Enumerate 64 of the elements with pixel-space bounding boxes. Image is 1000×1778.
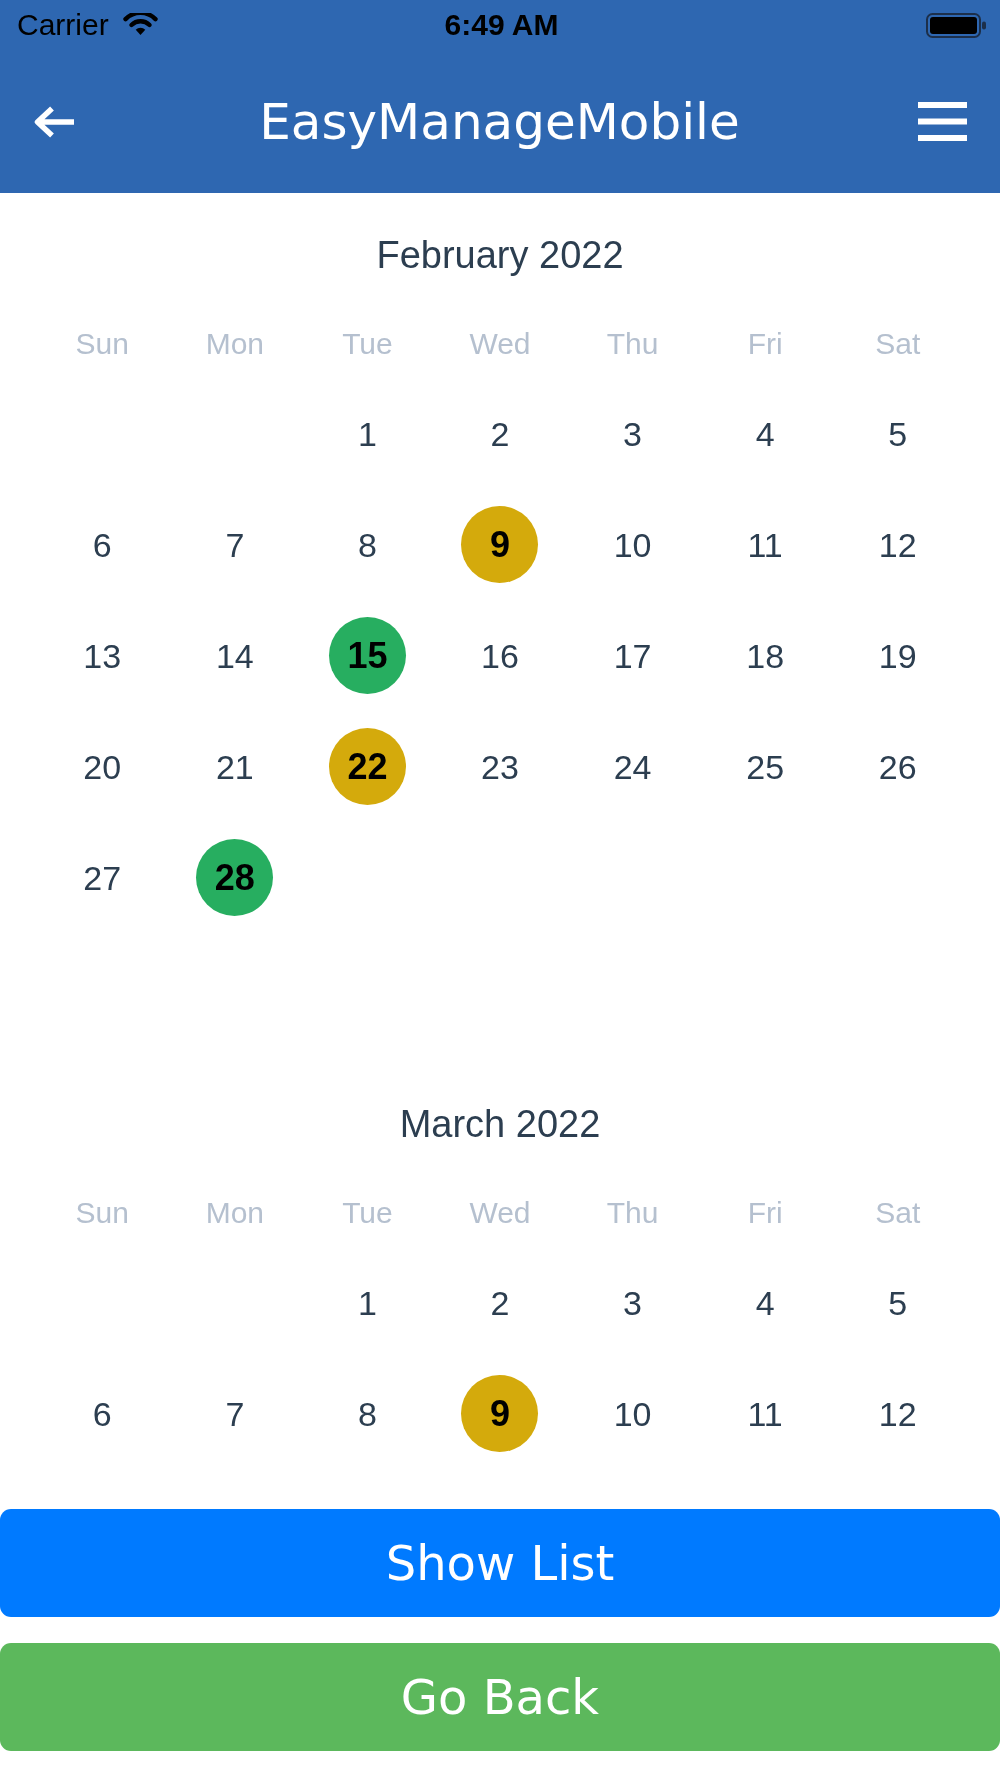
calendar-day[interactable]: 9 (461, 1375, 539, 1452)
calendar-day[interactable]: 26 (878, 746, 917, 787)
weekday-label: Sat (875, 1195, 921, 1231)
battery-icon (926, 12, 986, 38)
weekday-label: Mon (205, 326, 265, 362)
calendar-day[interactable]: 23 (481, 746, 519, 787)
weekday-label: Fri (747, 1195, 783, 1231)
calendar-day[interactable]: 2 (490, 1282, 510, 1323)
calendar-day[interactable]: 20 (83, 746, 122, 787)
weekday-label: Sun (75, 326, 129, 362)
carrier-name: Carrier (17, 10, 109, 40)
weekday-label: Thu (606, 1195, 659, 1231)
calendar-day[interactable]: 21 (215, 746, 254, 787)
calendar-day[interactable]: 3 (623, 413, 642, 454)
weekday-label: Sun (75, 1195, 129, 1231)
calendar-day[interactable]: 16 (481, 635, 519, 676)
calendar-day[interactable]: 27 (83, 857, 122, 898)
weekday-label: Thu (606, 326, 659, 362)
calendar-day[interactable]: 7 (225, 524, 245, 565)
calendar-day[interactable]: 28 (196, 839, 274, 916)
calendar-day[interactable]: 1 (357, 1282, 377, 1323)
show-list-button[interactable]: Show List (0, 1509, 1000, 1617)
calendar-day[interactable]: 25 (746, 746, 785, 787)
calendar-day[interactable]: 10 (613, 1393, 652, 1434)
weekday-label: Fri (747, 326, 783, 362)
calendar-day[interactable]: 12 (878, 524, 917, 565)
calendar-day[interactable]: 5 (888, 413, 908, 454)
calendar-day[interactable]: 17 (613, 635, 652, 676)
calendar-day[interactable]: 4 (755, 1282, 775, 1323)
calendar-day[interactable]: 5 (888, 1282, 908, 1323)
weekday-label: Tue (342, 1195, 393, 1231)
status-time: 6:49 AM (444, 10, 559, 40)
calendar-day[interactable]: 14 (215, 635, 254, 676)
calendar-day[interactable]: 6 (92, 1393, 112, 1434)
weekday-label: Sat (875, 326, 921, 362)
calendar-day[interactable]: 6 (92, 524, 112, 565)
calendar-day[interactable]: 12 (878, 1393, 917, 1434)
calendar-day[interactable]: 4 (755, 413, 775, 454)
wifi-icon (122, 13, 158, 37)
calendar-day[interactable]: 22 (328, 728, 406, 805)
calendar-day[interactable]: 10 (613, 524, 652, 565)
calendar-day[interactable]: 8 (357, 1393, 377, 1434)
weekday-label: Mon (205, 1195, 265, 1231)
app-title: EasyManageMobile (259, 91, 740, 152)
calendar-day[interactable]: 15 (328, 617, 406, 694)
calendar-day[interactable]: 8 (357, 524, 377, 565)
back-arrow-icon[interactable] (32, 104, 76, 139)
weekday-label: Wed (469, 1195, 531, 1231)
month-title: March 2022 (399, 1102, 601, 1147)
calendar-day[interactable]: 3 (623, 1282, 642, 1323)
calendar-day[interactable]: 18 (746, 635, 785, 676)
calendar-day[interactable]: 11 (747, 1393, 783, 1434)
calendar-day[interactable]: 11 (747, 524, 783, 565)
menu-icon[interactable] (918, 102, 967, 141)
calendar-day[interactable]: 13 (83, 635, 122, 676)
calendar-day[interactable]: 24 (613, 746, 652, 787)
calendar-day[interactable]: 9 (461, 506, 539, 583)
calendar-day[interactable]: 2 (490, 413, 510, 454)
calendar-day[interactable]: 19 (878, 635, 917, 676)
weekday-label: Tue (342, 326, 393, 362)
calendar-day[interactable]: 7 (225, 1393, 245, 1434)
weekday-label: Wed (469, 326, 531, 362)
calendar-day[interactable]: 1 (357, 413, 377, 454)
month-title: February 2022 (376, 233, 624, 278)
